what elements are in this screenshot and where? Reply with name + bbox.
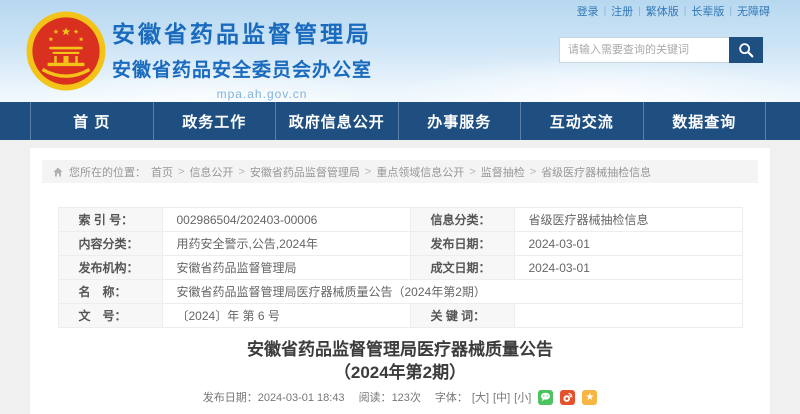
nav-item-interaction[interactable]: 互动交流 bbox=[520, 102, 643, 140]
info-category-value: 省级医疗器械抽检信息 bbox=[514, 208, 742, 232]
content-category-label: 内容分类： bbox=[58, 232, 162, 256]
table-row: 发布机构： 安徽省药品监督管理局 成文日期： 2024-03-01 bbox=[58, 256, 742, 280]
document-name-value: 安徽省药品监督管理局医疗器械质量公告（2024年第2期） bbox=[162, 280, 742, 304]
separator: | bbox=[684, 6, 687, 17]
article-title-line1: 安徽省药品监督管理局医疗器械质量公告 bbox=[30, 338, 770, 361]
table-row: 内容分类： 用药安全警示,公告,2024年 发布日期： 2024-03-01 bbox=[58, 232, 742, 256]
table-row: 索 引 号： 002986504/202403-00006 信息分类： 省级医疗… bbox=[58, 208, 742, 232]
main-nav: 首 页 政务工作 政府信息公开 办事服务 互动交流 数据查询 bbox=[0, 102, 800, 140]
nav-item-data-query[interactable]: 数据查询 bbox=[643, 102, 767, 140]
site-header: 登录 | 注册 | 繁体版 | 长辈版 | 无障碍 bbox=[0, 0, 800, 102]
nav-item-info-disclosure[interactable]: 政府信息公开 bbox=[275, 102, 398, 140]
content-area: 您所在的位置： 首页 > 信息公开 > 安徽省药品监督管理局 > 重点领域信息公… bbox=[0, 140, 800, 414]
senior-version-link[interactable]: 长辈版 bbox=[691, 3, 724, 19]
register-link[interactable]: 注册 bbox=[611, 3, 633, 19]
breadcrumb-item-agency[interactable]: 安徽省药品监督管理局 bbox=[250, 164, 360, 180]
nav-item-services[interactable]: 办事服务 bbox=[398, 102, 521, 140]
font-size-label: 字体： bbox=[435, 389, 468, 405]
table-row: 文 号： 〔2024〕年 第 6 号 关 键 词： bbox=[58, 304, 742, 328]
view-count: 阅读：123次 bbox=[359, 389, 421, 405]
page: 登录 | 注册 | 繁体版 | 长辈版 | 无障碍 bbox=[0, 0, 800, 414]
article-meta: 发布日期：2024-03-01 18:43 阅读：123次 字体： [大] [中… bbox=[30, 389, 770, 405]
breadcrumb-separator: > bbox=[469, 166, 475, 178]
separator: | bbox=[638, 6, 641, 17]
home-icon bbox=[52, 166, 64, 178]
search-button[interactable] bbox=[729, 37, 763, 63]
breadcrumb-item-key-areas[interactable]: 重点领域信息公开 bbox=[376, 164, 464, 180]
national-emblem-logo bbox=[24, 7, 108, 95]
font-size-small-button[interactable]: [小] bbox=[514, 389, 531, 405]
keywords-label: 关 键 词： bbox=[410, 304, 514, 328]
wechat-share-icon[interactable] bbox=[538, 390, 553, 405]
issuing-agency-label: 发布机构： bbox=[58, 256, 162, 280]
article-title: 安徽省药品监督管理局医疗器械质量公告 （2024年第2期） bbox=[30, 338, 770, 384]
search-input[interactable] bbox=[559, 37, 729, 63]
index-number-value: 002986504/202403-00006 bbox=[162, 208, 410, 232]
written-date-value: 2024-03-01 bbox=[514, 256, 742, 280]
content-category-value: 用药安全警示,公告,2024年 bbox=[162, 232, 410, 256]
written-date-label: 成文日期： bbox=[410, 256, 514, 280]
traditional-chinese-link[interactable]: 繁体版 bbox=[646, 3, 679, 19]
document-number-value: 〔2024〕年 第 6 号 bbox=[162, 304, 410, 328]
breadcrumb-separator: > bbox=[178, 166, 184, 178]
publish-datetime: 发布日期：2024-03-01 18:43 bbox=[203, 389, 345, 405]
site-title: 安徽省药品监督管理局 bbox=[112, 15, 412, 49]
site-subtitle: 安徽省药品安全委员会办公室 bbox=[112, 55, 412, 82]
accessibility-link[interactable]: 无障碍 bbox=[737, 3, 770, 19]
separator: | bbox=[729, 6, 732, 17]
content-panel: 您所在的位置： 首页 > 信息公开 > 安徽省药品监督管理局 > 重点领域信息公… bbox=[30, 148, 770, 414]
nav-item-government-work[interactable]: 政务工作 bbox=[153, 102, 276, 140]
breadcrumb-separator: > bbox=[530, 166, 536, 178]
breadcrumb-separator: > bbox=[238, 166, 244, 178]
index-number-label: 索 引 号： bbox=[58, 208, 162, 232]
breadcrumb-item-inspection[interactable]: 监督抽检 bbox=[481, 164, 525, 180]
breadcrumb: 您所在的位置： 首页 > 信息公开 > 安徽省药品监督管理局 > 重点领域信息公… bbox=[42, 160, 758, 183]
breadcrumb-prefix: 您所在的位置： bbox=[69, 164, 146, 180]
article-title-line2: （2024年第2期） bbox=[30, 361, 770, 384]
favorite-star-icon[interactable]: ★ bbox=[582, 390, 597, 405]
document-number-label: 文 号： bbox=[58, 304, 162, 328]
top-links: 登录 | 注册 | 繁体版 | 长辈版 | 无障碍 bbox=[577, 3, 770, 19]
breadcrumb-item-info-disclosure[interactable]: 信息公开 bbox=[189, 164, 233, 180]
issuing-agency-value: 安徽省药品监督管理局 bbox=[162, 256, 410, 280]
table-row: 名 称： 安徽省药品监督管理局医疗器械质量公告（2024年第2期） bbox=[58, 280, 742, 304]
separator: | bbox=[604, 6, 607, 17]
site-identity: 安徽省药品监督管理局 安徽省药品安全委员会办公室 mpa.ah.gov.cn bbox=[112, 15, 412, 101]
login-link[interactable]: 登录 bbox=[577, 3, 599, 19]
document-name-label: 名 称： bbox=[58, 280, 162, 304]
breadcrumb-item-home[interactable]: 首页 bbox=[151, 164, 173, 180]
breadcrumb-separator: > bbox=[365, 166, 371, 178]
publish-date-value: 2024-03-01 bbox=[514, 232, 742, 256]
font-size-medium-button[interactable]: [中] bbox=[493, 389, 510, 405]
publish-date-label: 发布日期： bbox=[410, 232, 514, 256]
keywords-value bbox=[514, 304, 742, 328]
info-table: 索 引 号： 002986504/202403-00006 信息分类： 省级医疗… bbox=[58, 207, 743, 328]
search-icon bbox=[737, 41, 755, 59]
search-bar bbox=[559, 37, 763, 63]
site-domain: mpa.ah.gov.cn bbox=[112, 87, 412, 101]
info-category-label: 信息分类： bbox=[410, 208, 514, 232]
breadcrumb-item-device-info[interactable]: 省级医疗器械抽检信息 bbox=[541, 164, 651, 180]
font-size-large-button[interactable]: [大] bbox=[472, 389, 489, 405]
weibo-share-icon[interactable] bbox=[560, 390, 575, 405]
nav-item-home[interactable]: 首 页 bbox=[30, 102, 153, 140]
